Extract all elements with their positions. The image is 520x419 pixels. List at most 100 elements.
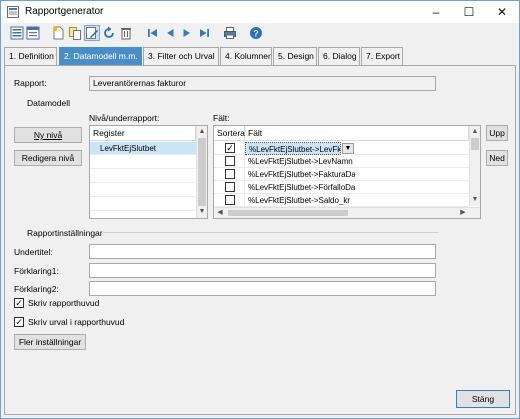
tab-bar: 1. Definition 2. Datamodell m.m. 3. Filt… <box>1 46 519 66</box>
register-row-empty <box>90 170 196 183</box>
refresh-icon[interactable] <box>102 26 116 40</box>
level-label: Nivå/underrapport: <box>89 113 160 123</box>
delete-icon[interactable] <box>119 26 133 40</box>
print-header-label: Skriv rapporthuvud <box>28 298 100 308</box>
scroll-right-icon[interactable]: ▶ <box>458 208 468 218</box>
scroll-down-icon[interactable]: ▼ <box>470 195 480 205</box>
move-down-button[interactable]: Ned <box>486 150 508 166</box>
register-row-empty <box>90 156 196 169</box>
field-row[interactable]: %LevFktEjSlutbet->FörfalloDat <box>214 181 469 194</box>
title-bar: Rapportgenerator – ☐ ✕ <box>1 1 519 23</box>
field-row[interactable]: %LevFktEjSlutbet->FakturaDa <box>214 168 469 181</box>
new-document-icon[interactable] <box>51 26 65 40</box>
edit-level-button[interactable]: Redigera nivå <box>14 150 82 166</box>
print-header-checkbox[interactable]: ✓ <box>14 298 24 308</box>
print-selection-label: Skriv urval i rapporthuvud <box>28 317 125 327</box>
sort-checkbox[interactable]: ✓ <box>225 143 235 153</box>
fields-horizontal-scrollbar[interactable]: ◀ ▶ <box>214 207 480 218</box>
field-cell[interactable]: %LevFktEjSlutbet->FakturaDa <box>245 168 355 181</box>
app-icon <box>7 6 19 18</box>
scroll-thumb[interactable] <box>228 210 348 216</box>
toolbar: ? <box>1 23 519 45</box>
first-record-icon[interactable] <box>146 26 160 40</box>
scroll-up-icon[interactable]: ▲ <box>470 127 480 137</box>
scroll-thumb[interactable] <box>198 138 206 206</box>
sort-checkbox[interactable] <box>225 156 235 166</box>
tab-columns[interactable]: 4. Kolumner <box>220 47 272 65</box>
sort-checkbox[interactable] <box>225 195 235 205</box>
explanation2-label: Förklaring2: <box>14 284 59 294</box>
more-settings-button[interactable]: Fler inställningar <box>14 334 86 350</box>
sort-cell <box>214 181 245 194</box>
close-button[interactable]: Stäng <box>456 390 510 408</box>
sort-checkbox[interactable] <box>225 182 235 192</box>
sort-cell: ✓ <box>214 142 245 155</box>
svg-text:?: ? <box>253 29 259 39</box>
register-scrollbar[interactable]: ▲ ▼ <box>196 126 207 218</box>
register-row-empty <box>90 184 196 197</box>
explanation1-field[interactable] <box>89 263 436 278</box>
report-name-field[interactable]: Leverantörernas fakturor <box>89 76 436 91</box>
scroll-down-icon[interactable]: ▼ <box>197 207 207 217</box>
window-title: Rapportgenerator <box>25 6 104 17</box>
scroll-left-icon[interactable]: ◀ <box>215 208 225 218</box>
datamodel-section-label: Datamodell <box>27 98 70 108</box>
register-grid[interactable]: Register LevFktEjSlutbet ▲ ▼ <box>89 125 208 219</box>
field-cell[interactable]: %LevFktEjSlutbet->LevFkt <box>245 142 341 155</box>
tab-export[interactable]: 7. Export <box>361 47 403 65</box>
register-header: Register <box>90 126 196 141</box>
empty-cell <box>355 168 469 181</box>
print-selection-checkbox[interactable]: ✓ <box>14 317 24 327</box>
sort-header: Sortera <box>214 126 245 141</box>
new-level-button-label: Ny nivå <box>33 130 63 140</box>
next-record-icon[interactable] <box>180 26 194 40</box>
tab-filter[interactable]: 3. Filter och Urval <box>143 47 219 65</box>
report-settings-section-label: Rapportinställningar <box>27 228 103 238</box>
minimize-icon[interactable]: – <box>421 1 451 23</box>
empty-cell <box>355 155 469 168</box>
fields-vertical-scrollbar[interactable]: ▲ ▼ <box>469 126 480 206</box>
tab-design[interactable]: 5. Design <box>273 47 317 65</box>
scroll-up-icon[interactable]: ▲ <box>197 127 207 137</box>
edit-icon[interactable] <box>84 25 100 41</box>
report-label: Rapport: <box>14 78 47 88</box>
sort-cell <box>214 194 245 207</box>
field-cell[interactable]: %LevFktEjSlutbet->Saldo_kr <box>245 194 355 207</box>
field-cell[interactable]: %LevFktEjSlutbet->LevNamn <box>245 155 355 168</box>
tab-dialog[interactable]: 6. Dialog <box>318 47 360 65</box>
tab-definition[interactable]: 1. Definition <box>4 47 57 65</box>
help-icon[interactable]: ? <box>249 26 263 40</box>
field-header: Fält <box>245 126 469 141</box>
chevron-down-icon[interactable]: ▼ <box>342 143 354 154</box>
move-up-button[interactable]: Upp <box>486 125 508 141</box>
sort-cell <box>214 155 245 168</box>
tab-panel: Rapport: Leverantörernas fakturor Datamo… <box>4 65 516 415</box>
empty-cell <box>355 181 469 194</box>
field-row[interactable]: %LevFktEjSlutbet->Saldo_kr <box>214 194 469 207</box>
field-row[interactable]: %LevFktEjSlutbet->LevNamn <box>214 155 469 168</box>
scroll-thumb[interactable] <box>471 138 479 150</box>
register-row[interactable]: LevFktEjSlutbet <box>90 142 196 155</box>
explanation2-field[interactable] <box>89 281 436 296</box>
print-icon[interactable] <box>223 26 237 40</box>
form-view-icon[interactable] <box>26 26 40 40</box>
fields-grid[interactable]: Sortera Fält ✓ %LevFktEjSlutbet->LevFkt ▼%… <box>213 125 481 219</box>
tab-datamodel[interactable]: 2. Datamodell m.m. <box>59 47 142 65</box>
close-window-icon[interactable]: ✕ <box>487 1 517 23</box>
edit-level-button-label: Redigera nivå <box>21 153 75 163</box>
divider <box>103 232 438 233</box>
sort-checkbox[interactable] <box>225 169 235 179</box>
list-view-icon[interactable] <box>10 26 24 40</box>
last-record-icon[interactable] <box>197 26 211 40</box>
maximize-icon[interactable]: ☐ <box>454 1 484 23</box>
subtitle-field[interactable] <box>89 244 436 259</box>
copy-icon[interactable] <box>68 26 82 40</box>
register-row-empty <box>90 198 196 211</box>
field-row[interactable]: ✓ %LevFktEjSlutbet->LevFkt ▼ <box>214 142 469 155</box>
explanation1-label: Förklaring1: <box>14 266 59 276</box>
field-cell[interactable]: %LevFktEjSlutbet->FörfalloDat <box>245 181 355 194</box>
fields-label: Fält: <box>213 113 230 123</box>
previous-record-icon[interactable] <box>163 26 177 40</box>
empty-cell <box>355 194 469 207</box>
new-level-button[interactable]: Ny nivå <box>14 127 82 143</box>
